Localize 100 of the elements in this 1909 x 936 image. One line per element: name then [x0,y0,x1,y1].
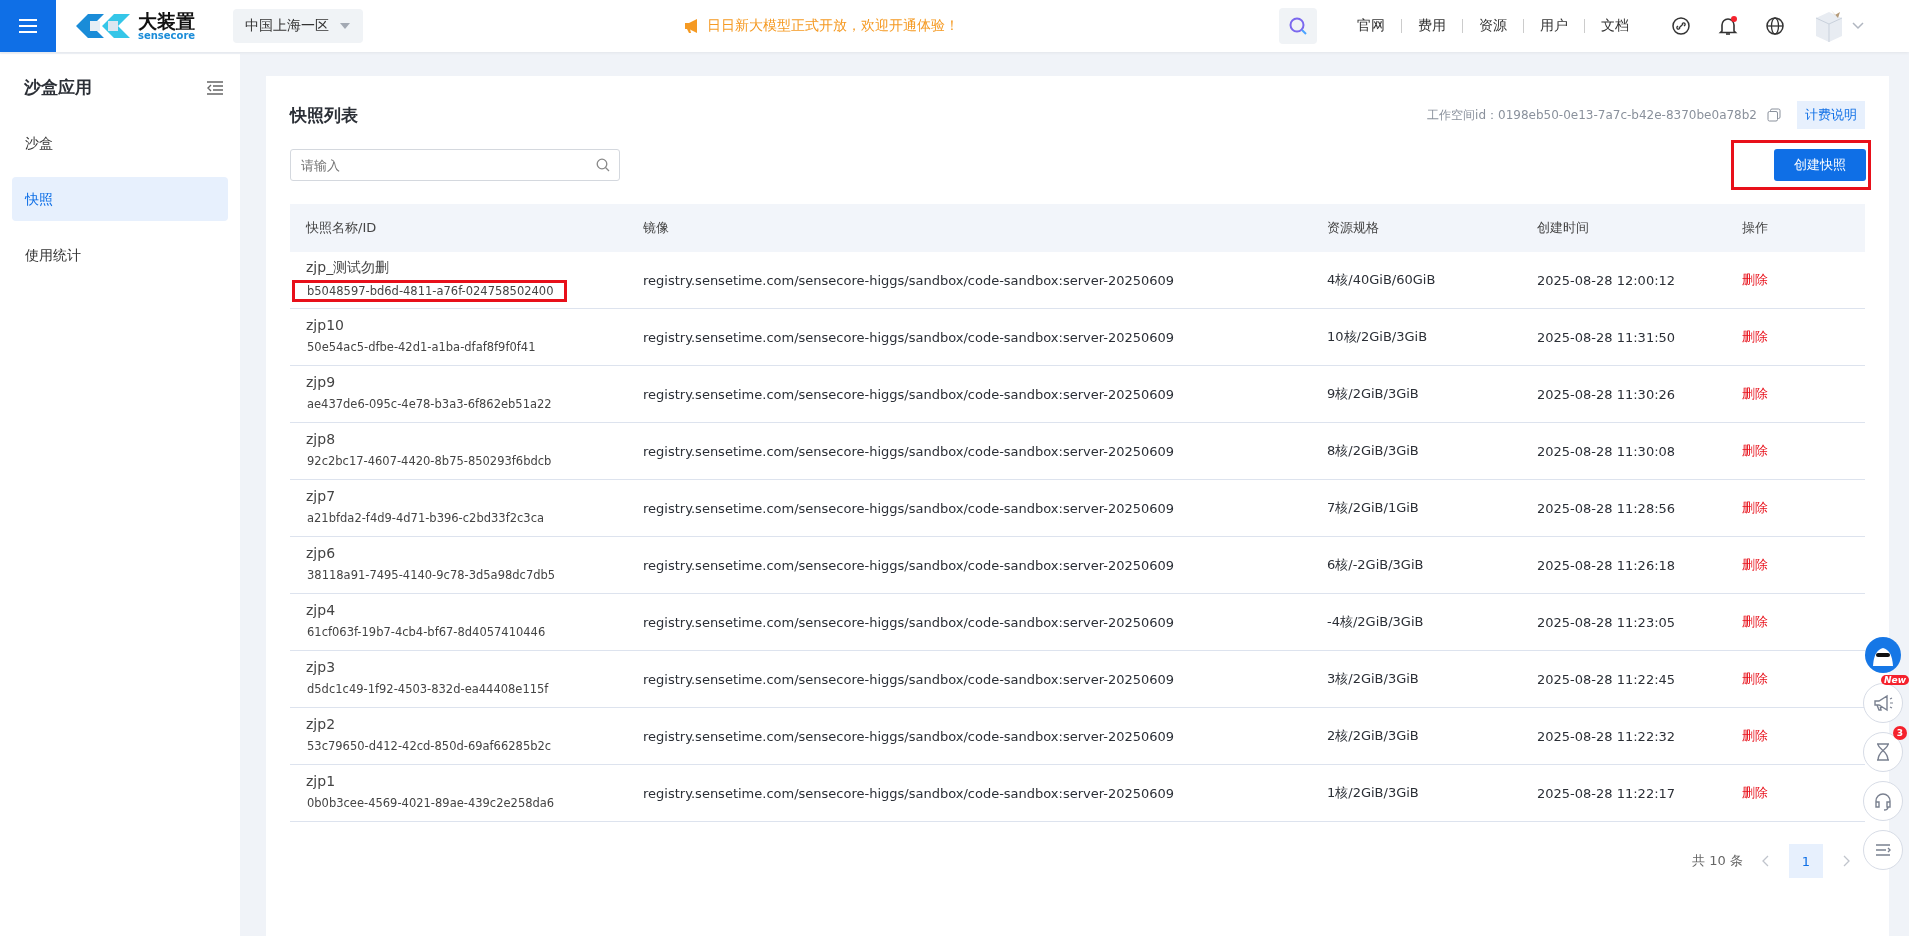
snapshot-id: b5048597-bd6d-4811-a76f-024758502400 [292,279,567,302]
table-cell-text: 4核/40GiB/60GiB [1327,271,1437,289]
region-selector[interactable]: 中国上海一区 [233,9,364,43]
globe-icon[interactable] [1765,16,1785,36]
brand-name: 大装置 [138,11,196,31]
collapse-icon[interactable] [206,79,224,96]
billing-button[interactable]: 计费说明 [1797,101,1865,129]
table-cell-text: 2025-08-28 11:30:08 [1537,443,1677,459]
column-header: 操作 [1742,219,1769,237]
snapshot-id: 50e54ac5-dfbe-42d1-a1ba-dfaf8f9f0f41 [306,338,537,356]
delete-link[interactable]: 删除 [1742,614,1768,629]
sidebar-item[interactable]: 沙盒 [12,121,228,165]
sidebar-title: 沙盒应用 [24,76,92,99]
table-cell-text: 1核/2GiB/3GiB [1327,784,1420,802]
table-cell-text: registry.sensetime.com/sensecore-higgs/sandbox/code-sandbox:server-20250609 [643,386,1176,402]
table-cell-text: 2025-08-28 11:28:56 [1537,500,1677,516]
table-cell-text: 2025-08-28 12:00:12 [1537,272,1677,288]
snapshot-name: zjp7 [306,487,337,504]
snapshot-id: 61cf063f-19b7-4cb4-bf67-8d4057410446 [306,623,547,641]
table-cell-text: registry.sensetime.com/sensecore-higgs/sandbox/code-sandbox:server-20250609 [643,728,1176,744]
snapshot-name: zjp9 [306,373,337,390]
snapshot-id: ae437de6-095c-4e78-b3a3-6f862eb51a22 [306,395,553,413]
create-snapshot-button[interactable]: 创建快照 [1774,149,1866,181]
snapshot-name: zjp4 [306,601,337,618]
snapshot-name: zjp2 [306,715,337,732]
new-badge: New [1881,675,1909,685]
headset-icon [1872,790,1894,812]
search-icon [1288,16,1308,36]
table-cell-text: 2025-08-28 11:30:26 [1537,386,1677,402]
column-header: 创建时间 [1537,219,1590,237]
copy-icon[interactable] [1767,108,1781,122]
page-title: 快照列表 [290,103,358,127]
brand-subtitle: sensecore [138,30,196,41]
table-cell-text: registry.sensetime.com/sensecore-higgs/sandbox/code-sandbox:server-20250609 [643,329,1176,345]
menu-button[interactable] [0,0,56,52]
table-cell-text: -4核/2GiB/3GiB [1327,613,1425,631]
snapshot-name: zjp1 [306,772,337,789]
search-button[interactable] [1279,8,1317,44]
snapshot-name: zjp_测试勿删 [306,258,391,277]
link-icon[interactable] [1671,16,1691,36]
snapshot-id: 92c2bc17-4607-4420-8b75-850293f6bdcb [306,452,553,470]
table-cell-text: 7核/2GiB/1GiB [1327,499,1420,517]
table-cell-text: 2025-08-28 11:22:45 [1537,671,1677,687]
snapshot-name: zjp3 [306,658,337,675]
count-badge: 3 [1893,726,1907,740]
search-field[interactable]: 请输入 [290,149,620,181]
page-button[interactable]: 1 [1789,844,1823,878]
table-cell-text: 9核/2GiB/3GiB [1327,385,1420,403]
delete-link[interactable]: 删除 [1742,443,1768,458]
snapshot-id: a21bfda2-f4d9-4d71-b396-c2bd33f2c3ca [306,509,546,527]
delete-link[interactable]: 删除 [1742,785,1768,800]
table-cell-text: registry.sensetime.com/sensecore-higgs/sandbox/code-sandbox:server-20250609 [643,671,1176,687]
total-count: 共 10 条 [1692,852,1743,870]
snapshot-name: zjp6 [306,544,337,561]
table-cell-text: 10核/2GiB/3GiB [1327,328,1429,346]
table-cell-text: registry.sensetime.com/sensecore-higgs/sandbox/code-sandbox:server-20250609 [643,443,1176,459]
nav-link[interactable]: 资源 [1463,17,1523,35]
snapshot-id: 0b0b3cee-4569-4021-89ae-439c2e258da6 [306,794,556,812]
delete-link[interactable]: 删除 [1742,386,1768,401]
snapshot-name: zjp10 [306,316,345,333]
table-cell-text: registry.sensetime.com/sensecore-higgs/sandbox/code-sandbox:server-20250609 [643,785,1176,801]
table-cell-text: registry.sensetime.com/sensecore-higgs/sandbox/code-sandbox:server-20250609 [643,557,1176,573]
table-cell-text: 8核/2GiB/3GiB [1327,442,1420,460]
column-header: 镜像 [643,219,670,237]
table-cell-text: 6核/-2GiB/3GiB [1327,556,1425,574]
sidebar-item[interactable]: 使用统计 [12,233,228,277]
delete-link[interactable]: 删除 [1742,272,1768,287]
search-icon [596,158,610,172]
nav-link[interactable]: 用户 [1524,17,1584,35]
table-cell-text: registry.sensetime.com/sensecore-higgs/sandbox/code-sandbox:server-20250609 [643,614,1176,630]
delete-link[interactable]: 删除 [1742,500,1768,515]
snapshot-id: 53c79650-d412-42cd-850d-69af66285b2c [306,737,553,755]
table-cell-text: 2025-08-28 11:31:50 [1537,329,1677,345]
menu-icon [17,17,39,35]
nav-link[interactable]: 费用 [1402,17,1462,35]
support-button[interactable] [1863,781,1903,821]
megaphone-icon [1872,692,1894,714]
nav-link[interactable]: 文档 [1585,17,1645,35]
table-cell-text: registry.sensetime.com/sensecore-higgs/sandbox/code-sandbox:server-20250609 [643,500,1176,516]
table-cell-text: 2核/2GiB/3GiB [1327,727,1420,745]
snapshot-name: zjp8 [306,430,337,447]
bell-icon[interactable] [1717,15,1739,37]
sidebar-item[interactable]: 快照 [12,177,228,221]
snapshot-id: 38118a91-7495-4140-9c78-3d5a98dc7db5 [306,566,557,584]
nav-link[interactable]: 官网 [1341,17,1401,35]
delete-link[interactable]: 删除 [1742,557,1768,572]
collapse-rail-button[interactable] [1863,830,1903,870]
delete-link[interactable]: 删除 [1742,329,1768,344]
table-cell-text: 2025-08-28 11:23:05 [1537,614,1677,630]
caret-icon [339,22,352,30]
table-cell-text: registry.sensetime.com/sensecore-higgs/sandbox/code-sandbox:server-20250609 [643,272,1176,288]
logo-icon [74,11,132,41]
workspace-id: 工作空间id：0198eb50-0e13-7a7c-b42e-8370be0a78b2 [1427,106,1757,124]
delete-link[interactable]: 删除 [1742,728,1768,743]
assistant-avatar-icon[interactable] [1864,636,1902,674]
delete-link[interactable]: 删除 [1742,671,1768,686]
chevron-down-icon [1851,21,1865,31]
column-header: 快照名称/ID [306,219,378,237]
column-header: 资源规格 [1327,219,1380,237]
table-cell-text: 2025-08-28 11:26:18 [1537,557,1677,573]
